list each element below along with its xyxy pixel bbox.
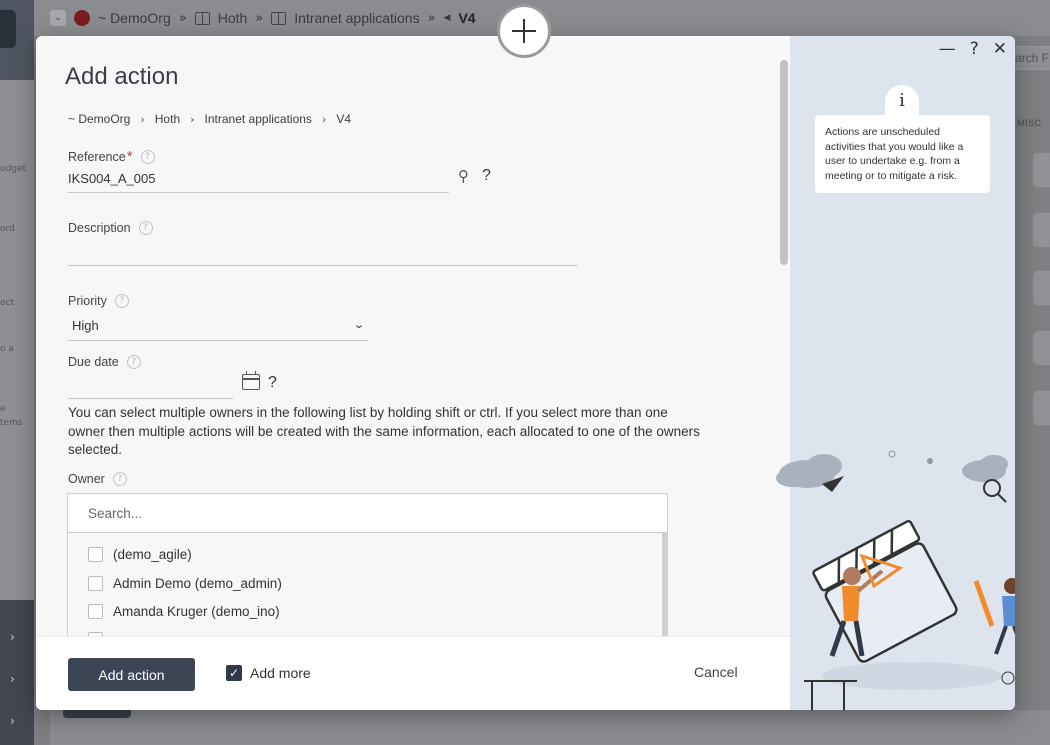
priority-select[interactable]: High ⌄ [68, 316, 368, 341]
due-date-field[interactable] [68, 374, 233, 399]
owner-list: (demo_agile) Admin Demo (demo_admin) Ama… [68, 533, 667, 636]
add-more-checkbox[interactable]: ✓ Add more [226, 665, 311, 681]
chevron-down-icon: ⌄ [352, 318, 365, 331]
breadcrumb-item[interactable]: ~ DemoOrg [68, 112, 130, 126]
breadcrumb-item[interactable]: Intranet applications [205, 112, 312, 126]
breadcrumb-item[interactable]: Hoth [155, 112, 180, 126]
side-label: e [0, 404, 6, 414]
owner-search-input[interactable]: Search... [68, 494, 667, 533]
tile[interactable] [1032, 270, 1050, 306]
help-icon[interactable]: ? [970, 39, 979, 59]
chevron-right-icon[interactable]: › [10, 630, 15, 644]
help-icon[interactable]: ? [126, 355, 141, 369]
description-label: Description ? [68, 221, 153, 235]
chevron-right-icon: › [321, 112, 327, 126]
left-navigation: udget ord ect o a e tems › › › [0, 0, 34, 745]
chevron-right-icon: › [140, 112, 145, 126]
breadcrumb-item[interactable]: ~ DemoOrg [98, 10, 171, 26]
tile[interactable] [1032, 390, 1050, 426]
side-label: ect [0, 298, 15, 308]
owner-select: Search... (demo_agile) Admin Demo (demo_… [67, 493, 668, 636]
owner-label: Owner ? [68, 472, 127, 486]
side-label: tems [0, 418, 23, 428]
help-icon[interactable]: ? [482, 167, 491, 185]
tile[interactable] [1032, 330, 1050, 366]
section-label: MISC [1017, 118, 1042, 128]
cloud-icon [962, 455, 1008, 482]
checkbox[interactable] [88, 604, 103, 619]
help-icon[interactable]: ? [140, 149, 155, 164]
double-chevron-icon: » [178, 10, 187, 26]
tile[interactable] [1032, 212, 1050, 248]
book-icon [194, 11, 210, 25]
dialog-title: Add action [65, 63, 179, 90]
chevron-right-icon: › [190, 112, 195, 126]
list-item[interactable]: Admin Demo (demo_admin) [88, 576, 282, 591]
clapperboard-illustration [776, 450, 1015, 710]
side-label: o a [0, 344, 14, 354]
side-label: ord [0, 224, 15, 234]
checkbox[interactable] [88, 547, 103, 562]
chevron-right-icon[interactable]: › [10, 714, 15, 728]
app-breadcrumb: ⌄ ~ DemoOrg » Hoth » Intranet applicatio… [50, 6, 476, 30]
dialog-footer: Add action ✓ Add more Cancel [36, 636, 790, 710]
org-icon [74, 10, 90, 26]
help-icon[interactable]: ? [268, 374, 277, 392]
help-icon[interactable]: ? [138, 221, 153, 235]
triangle-left-icon[interactable]: ◀ [444, 13, 451, 23]
background-footer [50, 710, 1050, 745]
info-card: Actions are unscheduled activities that … [815, 115, 990, 193]
minimize-icon[interactable]: — [939, 39, 956, 59]
scrollbar[interactable] [780, 60, 788, 265]
checkbox[interactable] [88, 576, 103, 591]
search-icon[interactable]: ⚲ [458, 167, 469, 185]
plus-icon [512, 19, 536, 43]
close-icon[interactable]: ✕ [993, 39, 1007, 59]
nav-toggle[interactable] [0, 10, 16, 48]
book-icon [271, 11, 287, 25]
double-chevron-icon: » [255, 10, 264, 26]
priority-value: High [72, 318, 99, 333]
nav-footer [0, 600, 34, 745]
owner-instructions: You can select multiple owners in the fo… [68, 405, 700, 457]
search-input[interactable]: arch F [1012, 46, 1050, 70]
breadcrumb-current: V4 [458, 10, 476, 26]
due-date-label: Due date ? [68, 355, 141, 369]
required-marker: * [126, 148, 133, 165]
list-item[interactable]: (demo_agile) [88, 547, 192, 562]
breadcrumb-item[interactable]: Intranet applications [294, 10, 419, 26]
description-field[interactable] [68, 241, 578, 266]
add-action-button[interactable]: Add action [68, 658, 195, 691]
person-figure [973, 578, 1015, 655]
info-icon: i [885, 85, 919, 115]
priority-label: Priority ? [68, 294, 129, 308]
checkmark-icon[interactable]: ✓ [226, 665, 242, 681]
add-action-dialog: Add action ~ DemoOrg › Hoth › Intranet a… [36, 36, 1015, 710]
help-icon[interactable]: ? [114, 294, 129, 308]
breadcrumb-item[interactable]: V4 [336, 112, 351, 126]
chevron-right-icon[interactable]: › [10, 672, 15, 686]
double-chevron-icon: » [427, 10, 436, 26]
reference-field[interactable]: IKS004_A_005 [68, 168, 449, 193]
add-button[interactable] [497, 4, 551, 58]
side-label: udget [0, 164, 27, 174]
scrollbar[interactable] [662, 533, 667, 636]
help-icon[interactable]: ? [112, 472, 127, 486]
cancel-button[interactable]: Cancel [694, 664, 738, 680]
reference-label: Reference * ? [68, 148, 155, 165]
dialog-body: Add action ~ DemoOrg › Hoth › Intranet a… [36, 36, 790, 636]
list-item[interactable]: Amanda Kruger (demo_ino) [88, 604, 280, 619]
breadcrumb-item[interactable]: Hoth [218, 10, 248, 26]
tile[interactable] [1032, 152, 1050, 188]
calendar-icon[interactable] [242, 371, 260, 390]
breadcrumb: ~ DemoOrg › Hoth › Intranet applications… [68, 112, 351, 126]
window-controls: — ? ✕ [939, 39, 1007, 59]
chevron-down-icon[interactable]: ⌄ [50, 10, 66, 26]
